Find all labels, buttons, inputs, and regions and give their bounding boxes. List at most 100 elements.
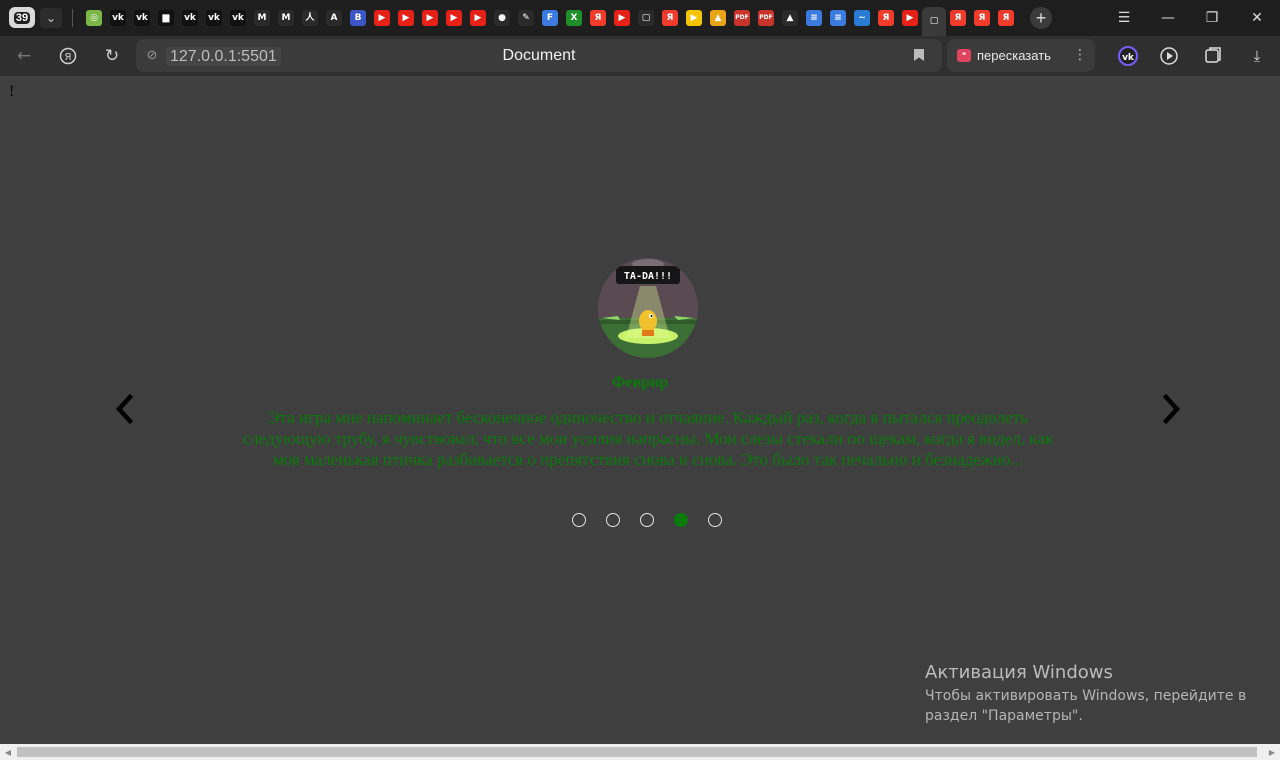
slide-dot[interactable]: [640, 513, 654, 527]
pinned-tab[interactable]: ▶: [682, 7, 706, 29]
pinned-tab[interactable]: ▶: [418, 7, 442, 29]
a-icon: A: [326, 10, 342, 26]
pinned-tab[interactable]: F: [538, 7, 562, 29]
yandex-icon: Я: [950, 10, 966, 26]
pinned-tab[interactable]: ▲: [778, 7, 802, 29]
youtube-icon: ▶: [614, 10, 630, 26]
pinned-tab[interactable]: vk: [226, 7, 250, 29]
xbox-icon: X: [566, 10, 582, 26]
pinned-tab[interactable]: Я: [658, 7, 682, 29]
pinned-tab[interactable]: ▢: [922, 7, 946, 36]
yandex-icon: Я: [998, 10, 1014, 26]
document-icon: ▢: [926, 13, 942, 30]
pinned-tab[interactable]: ~: [850, 7, 874, 29]
pinned-tab[interactable]: ≡: [826, 7, 850, 29]
pinned-tab[interactable]: PDF: [754, 7, 778, 29]
address-bar[interactable]: ⊘ 127.0.0.1:5501 Document: [136, 39, 942, 72]
menu-icon[interactable]: ☰: [1107, 6, 1141, 30]
pinned-tab[interactable]: Я: [586, 7, 610, 29]
pdf-icon: PDF: [734, 10, 750, 26]
scroll-right-icon[interactable]: ▶: [1267, 747, 1277, 757]
reviewer-name: Феврир: [611, 374, 669, 391]
reload-button[interactable]: ↻: [99, 44, 125, 68]
pinned-tab[interactable]: Я: [874, 7, 898, 29]
pinned-tab[interactable]: ▲: [706, 7, 730, 29]
pinned-tab[interactable]: Я: [970, 7, 994, 29]
yandex-icon: Я: [974, 10, 990, 26]
close-button[interactable]: ✕: [1240, 6, 1274, 30]
pinned-tab[interactable]: ▶: [442, 7, 466, 29]
bookmark-icon[interactable]: [910, 46, 928, 64]
pinned-tab[interactable]: ▶: [610, 7, 634, 29]
slide-dot[interactable]: [606, 513, 620, 527]
yandex-icon: Я: [59, 47, 77, 65]
pinned-tab[interactable]: M: [250, 7, 274, 29]
more-options-icon[interactable]: ⋮: [1071, 46, 1089, 64]
f-icon: F: [542, 10, 558, 26]
restore-button[interactable]: ❐: [1195, 6, 1229, 30]
chevron-down-icon[interactable]: ⌄: [40, 8, 62, 28]
prev-slide-button[interactable]: [111, 392, 139, 426]
stray-text: !: [9, 83, 15, 100]
pinned-tab[interactable]: A: [322, 7, 346, 29]
vk-icon: vk: [206, 10, 222, 26]
pinned-tab[interactable]: ✎: [514, 7, 538, 29]
retell-button[interactable]: ❝ пересказать ⋮: [947, 39, 1095, 72]
reviewer-avatar: TA-DA!!!: [598, 258, 698, 358]
pinned-tab[interactable]: vk: [178, 7, 202, 29]
pinned-tab[interactable]: B: [346, 7, 370, 29]
pinned-tab[interactable]: ≡: [802, 7, 826, 29]
github-icon: ●: [494, 10, 510, 26]
vk-icon: vk: [110, 10, 126, 26]
next-slide-button[interactable]: [1157, 392, 1185, 426]
pinned-tabs: ◎ vk vk ▆ vk vk vk M M 人 A B ▶ ▶ ▶ ▶ ▶ ● ✎ F X Я ▶ ▢ Я ▶ ▲ PDF PDF ▲ ≡…: [82, 7, 1018, 36]
youtube-icon: ▶: [374, 10, 390, 26]
pinned-tab[interactable]: ▶: [898, 7, 922, 29]
new-tab-button[interactable]: +: [1030, 7, 1052, 29]
drive-icon: ▲: [782, 10, 798, 26]
pinned-tab[interactable]: ●: [490, 7, 514, 29]
slide-dot[interactable]: [674, 513, 688, 527]
pinned-tab[interactable]: vk: [202, 7, 226, 29]
image-icon: ▲: [710, 10, 726, 26]
yandex-icon: Я: [878, 10, 894, 26]
pinned-tab[interactable]: ▶: [394, 7, 418, 29]
pinned-tab[interactable]: X: [562, 7, 586, 29]
pinned-tab[interactable]: ▶: [370, 7, 394, 29]
pinned-tab[interactable]: ▢: [634, 7, 658, 29]
pinned-tab[interactable]: ▶: [466, 7, 490, 29]
pinned-tab[interactable]: ▆: [154, 7, 178, 29]
media-play-icon[interactable]: [1158, 45, 1180, 67]
minimize-button[interactable]: —: [1151, 6, 1185, 30]
slide-dot[interactable]: [708, 513, 722, 527]
activation-text-line-2: раздел "Параметры".: [925, 708, 1083, 724]
gmail-icon: M: [254, 10, 270, 26]
collections-icon[interactable]: [1202, 45, 1224, 67]
yandex-home-button[interactable]: Я: [55, 44, 81, 68]
download-icon[interactable]: ⤓: [1246, 45, 1268, 67]
vk-extension-icon[interactable]: vk: [1117, 45, 1139, 67]
page-title: Document: [502, 47, 576, 64]
page-icon: ▢: [638, 10, 654, 26]
activation-title: Активация Windows: [925, 662, 1113, 683]
play-icon: ▶: [686, 10, 702, 26]
scroll-left-icon[interactable]: ◀: [3, 747, 13, 757]
pdf-icon: PDF: [758, 10, 774, 26]
pinned-tab[interactable]: Я: [994, 7, 1018, 29]
slide-dot[interactable]: [572, 513, 586, 527]
horizontal-scrollbar[interactable]: ◀ ▶: [0, 744, 1280, 760]
pinned-tab[interactable]: Я: [946, 7, 970, 29]
tab-count: 39: [13, 11, 31, 24]
pinned-tab[interactable]: 人: [298, 7, 322, 29]
tab-strip: 39 ⌄ ◎ vk vk ▆ vk vk vk M M 人 A B ▶ ▶ ▶ ▶ ▶ ● ✎ F X Я ▶ ▢ Я ▶ ▲ PDF…: [0, 0, 1280, 36]
chevron-left-icon: [115, 394, 134, 424]
back-button[interactable]: ←: [11, 44, 37, 68]
pinned-tab[interactable]: PDF: [730, 7, 754, 29]
scrollbar-thumb[interactable]: [17, 747, 1257, 757]
pinned-tab[interactable]: vk: [130, 7, 154, 29]
pinned-tab[interactable]: M: [274, 7, 298, 29]
tab-count-button[interactable]: 39: [9, 7, 35, 28]
pinned-tab[interactable]: vk: [106, 7, 130, 29]
pinned-tab[interactable]: ◎: [82, 7, 106, 29]
page-content: ! TA-DA!!! Феврир Эта игра мне напоминае…: [0, 76, 1280, 744]
